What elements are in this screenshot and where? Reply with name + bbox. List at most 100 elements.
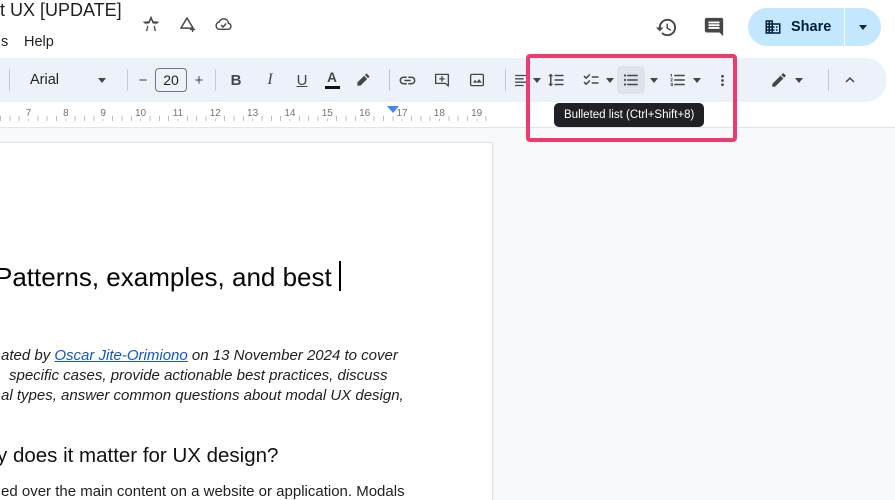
titlebar: t UX [UPDATE] Share s Help xyxy=(0,0,895,56)
editing-mode-button[interactable] xyxy=(767,66,791,94)
bulleted-list-dropdown-button[interactable] xyxy=(648,66,660,94)
star-button[interactable] xyxy=(138,11,164,37)
star-icon xyxy=(142,15,160,32)
line-spacing-button[interactable] xyxy=(544,66,568,94)
minus-icon: − xyxy=(138,71,148,89)
chevron-down-icon xyxy=(650,77,658,83)
paragraph-line: al types, answer common questions about … xyxy=(1,387,404,404)
chevron-down-icon xyxy=(606,77,614,83)
italic-icon: I xyxy=(267,71,273,88)
ruler-number: 10 xyxy=(131,108,150,119)
chevron-down-icon xyxy=(859,24,868,30)
doc-status-button[interactable] xyxy=(210,11,236,37)
add-comment-button[interactable] xyxy=(430,66,454,94)
ruler-number: 13 xyxy=(244,108,262,119)
ruler-number: 11 xyxy=(169,108,187,119)
increase-font-size-button[interactable]: + xyxy=(187,66,211,94)
ruler-number: 16 xyxy=(356,108,374,119)
toolbar-divider xyxy=(127,69,128,91)
share-button-group: Share xyxy=(748,8,882,46)
doc-subheading[interactable]: y does it matter for UX design? xyxy=(0,444,278,468)
add-shortcut-button[interactable] xyxy=(174,11,200,37)
decrease-font-size-button[interactable]: − xyxy=(131,66,155,94)
ruler-number: 7 xyxy=(22,108,35,119)
align-button[interactable] xyxy=(510,66,544,94)
more-options-button[interactable] xyxy=(713,66,731,94)
font-family-value: Arial xyxy=(30,72,60,88)
ruler-number: 19 xyxy=(468,108,486,119)
numbered-list-dropdown-button[interactable] xyxy=(691,66,703,94)
ruler-number: 12 xyxy=(206,108,224,119)
checklist-button[interactable] xyxy=(579,66,603,94)
version-history-button[interactable] xyxy=(652,13,680,41)
font-family-select[interactable]: Arial xyxy=(16,66,116,94)
checklist-dropdown-button[interactable] xyxy=(604,66,616,94)
ruler-number: 18 xyxy=(430,108,448,119)
line-spacing-icon xyxy=(548,73,564,87)
ruler-number: 15 xyxy=(318,108,336,119)
comments-icon xyxy=(704,17,724,37)
numbered-list-icon xyxy=(670,74,685,86)
insert-link-button[interactable] xyxy=(395,66,419,94)
toolbar-divider xyxy=(505,69,506,91)
text-color-icon: A xyxy=(324,71,340,90)
comments-button[interactable] xyxy=(700,13,728,41)
underline-button[interactable]: U xyxy=(290,66,314,94)
organization-building-icon xyxy=(765,20,781,34)
bold-button[interactable]: B xyxy=(224,66,248,94)
bulleted-list-icon xyxy=(623,74,638,86)
doc-intro-paragraph[interactable]: ated by Oscar Jite-Orimiono on 13 Novemb… xyxy=(1,346,404,406)
document-page[interactable]: Patterns, examples, and best ated by Osc… xyxy=(0,142,493,500)
version-history-icon xyxy=(655,18,676,36)
insert-image-button[interactable] xyxy=(465,66,489,94)
share-button[interactable]: Share xyxy=(748,8,844,46)
document-canvas: Patterns, examples, and best ated by Osc… xyxy=(0,128,895,500)
chevron-down-icon xyxy=(98,77,106,83)
chevron-down-icon xyxy=(693,77,701,83)
text-cursor xyxy=(338,261,341,291)
share-dropdown-button[interactable] xyxy=(845,8,881,46)
toolbar-divider xyxy=(9,69,10,91)
chevron-down-icon xyxy=(533,77,541,83)
insert-image-icon xyxy=(469,73,485,87)
highlight-color-button[interactable] xyxy=(351,66,375,94)
ruler-number: 14 xyxy=(281,108,299,119)
paragraph-line: ated by Oscar Jite-Orimiono on 13 Novemb… xyxy=(1,347,398,364)
doc-heading-text: Patterns, examples, and best xyxy=(0,262,332,292)
font-size-input[interactable]: 20 xyxy=(155,68,187,92)
chevron-up-icon xyxy=(845,77,855,83)
chevron-down-icon xyxy=(795,77,803,83)
ruler[interactable]: 7 8 9 10 11 12 13 14 15 16 17 18 19 xyxy=(0,106,493,127)
toolbar-divider xyxy=(215,69,216,91)
pencil-icon xyxy=(772,73,786,87)
italic-button[interactable]: I xyxy=(258,66,282,94)
toolbar-divider xyxy=(389,69,390,91)
checklist-icon xyxy=(583,73,599,86)
align-left-icon xyxy=(515,74,528,86)
numbered-list-button[interactable] xyxy=(666,66,690,94)
add-shortcut-icon xyxy=(180,17,196,33)
author-link[interactable]: Oscar Jite-Orimiono xyxy=(54,347,187,364)
menu-item-partial[interactable]: s xyxy=(1,34,8,50)
ruler-number: 9 xyxy=(97,108,109,119)
formatting-toolbar: Arial − 20 + B I U A xyxy=(0,58,887,102)
doc-body-line[interactable]: ed over the main content on a website or… xyxy=(1,483,405,500)
share-label: Share xyxy=(791,19,832,35)
editing-mode-dropdown-button[interactable] xyxy=(793,66,805,94)
bulleted-list-button[interactable] xyxy=(617,66,645,94)
underline-icon: U xyxy=(296,71,308,89)
right-indent-marker[interactable] xyxy=(387,106,399,113)
document-title[interactable]: t UX [UPDATE] xyxy=(0,0,122,21)
bulleted-list-tooltip: Bulleted list (Ctrl+Shift+8) xyxy=(554,103,705,127)
ruler-number: 8 xyxy=(60,108,72,119)
menu-item-help[interactable]: Help xyxy=(24,34,54,50)
doc-heading[interactable]: Patterns, examples, and best xyxy=(0,261,341,293)
text-color-button[interactable]: A xyxy=(320,66,344,94)
bold-icon: B xyxy=(230,71,242,89)
link-icon xyxy=(399,76,415,84)
toolbar-divider xyxy=(828,69,829,91)
paragraph-line: specific cases, provide actionable best … xyxy=(9,367,388,384)
add-comment-icon xyxy=(434,73,450,87)
google-docs-window: t UX [UPDATE] Share s Help Arial − 20 + … xyxy=(0,0,895,500)
hide-menus-button[interactable] xyxy=(838,66,862,94)
